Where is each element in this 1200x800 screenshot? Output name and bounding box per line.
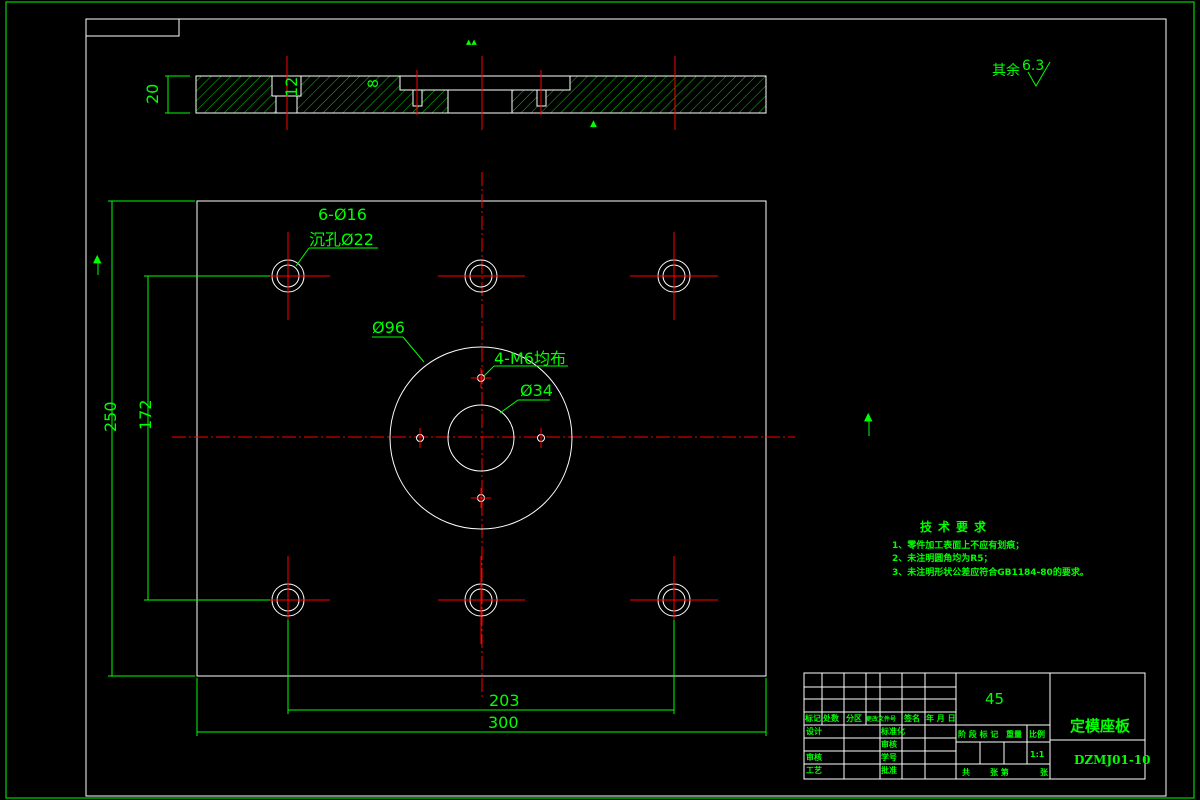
scale: 1:1 bbox=[1030, 750, 1045, 759]
svg-text:更改文件号: 更改文件号 bbox=[866, 715, 896, 723]
svg-text:审核: 审核 bbox=[806, 752, 822, 762]
svg-text:张 第: 张 第 bbox=[990, 767, 1009, 777]
label-hole-spec: 6-Ø16 bbox=[318, 205, 367, 224]
label-circle-34: Ø34 bbox=[520, 381, 553, 400]
tech-req-item-2: 2、未注明圆角均为R5； bbox=[892, 552, 992, 564]
part-name: 定模座板 bbox=[1070, 717, 1131, 735]
cad-drawing: 20 12 8 ▲ ▲▲ 其余 6.3 6-Ø16 沉孔Ø22 Ø96 4-M6… bbox=[5, 1, 1195, 799]
title-block: 45 定模座板 DZMJ01-10 1:1 标记 处数 分区 更改文件号 签名 … bbox=[803, 672, 1151, 780]
dim-height-250: 250 bbox=[101, 401, 120, 432]
dim-counterbore-12: 12 bbox=[282, 77, 301, 97]
dim-width-203: 203 bbox=[489, 691, 520, 710]
material: 45 bbox=[985, 690, 1004, 708]
dim-width-300: 300 bbox=[488, 713, 519, 732]
label-circle-96: Ø96 bbox=[372, 318, 405, 337]
svg-text:工艺: 工艺 bbox=[806, 765, 822, 775]
svg-text:分区: 分区 bbox=[846, 713, 862, 723]
dim-height-20: 20 bbox=[143, 84, 162, 104]
svg-text:共: 共 bbox=[962, 767, 970, 777]
surface-finish: 其余 6.3 bbox=[992, 58, 1051, 87]
svg-text:比例: 比例 bbox=[1029, 729, 1045, 739]
svg-text:签名: 签名 bbox=[903, 713, 920, 723]
dim-thread-8: 8 bbox=[366, 79, 382, 88]
svg-text:重量: 重量 bbox=[1006, 729, 1022, 739]
outer-frame bbox=[5, 1, 1195, 799]
section-view: 20 12 8 ▲ ▲▲ bbox=[143, 38, 767, 130]
svg-text:年 月 日: 年 月 日 bbox=[926, 713, 956, 723]
svg-text:学号: 学号 bbox=[881, 752, 897, 762]
svg-text:▲▲: ▲▲ bbox=[466, 38, 477, 46]
svg-text:张: 张 bbox=[1040, 768, 1049, 777]
svg-text:6.3: 6.3 bbox=[1022, 58, 1044, 74]
svg-text:▲: ▲ bbox=[590, 119, 597, 129]
plan-view: 6-Ø16 沉孔Ø22 Ø96 4-M6均布 Ø34 250 172 203 3… bbox=[93, 172, 873, 736]
label-tapped-holes: 4-M6均布 bbox=[494, 349, 566, 368]
corner-code-box bbox=[85, 18, 180, 37]
svg-text:阶 段 标 记: 阶 段 标 记 bbox=[958, 729, 998, 739]
svg-text:标记: 标记 bbox=[804, 713, 821, 723]
tech-requirements: 技术要求 1、零件加工表面上不应有划痕； 2、未注明圆角均为R5； 3、未注明形… bbox=[892, 519, 1089, 578]
circle-34 bbox=[447, 404, 515, 472]
svg-text:标准化: 标准化 bbox=[880, 726, 905, 736]
tech-req-item-3: 3、未注明形状公差应符合GB1184-80的要求。 bbox=[892, 566, 1089, 578]
svg-text:批准: 批准 bbox=[881, 765, 897, 775]
svg-text:处数: 处数 bbox=[822, 713, 840, 723]
dim-height-172: 172 bbox=[136, 399, 155, 430]
tech-req-item-1: 1、零件加工表面上不应有划痕； bbox=[892, 539, 1024, 551]
inner-frame bbox=[85, 18, 1167, 797]
svg-text:设计: 设计 bbox=[806, 726, 822, 736]
tech-req-title: 技术要求 bbox=[920, 519, 992, 534]
label-counterbore: 沉孔Ø22 bbox=[309, 230, 374, 249]
svg-text:审核: 审核 bbox=[881, 739, 897, 749]
svg-text:其余: 其余 bbox=[992, 62, 1020, 79]
drawing-number: DZMJ01-10 bbox=[1074, 753, 1151, 767]
